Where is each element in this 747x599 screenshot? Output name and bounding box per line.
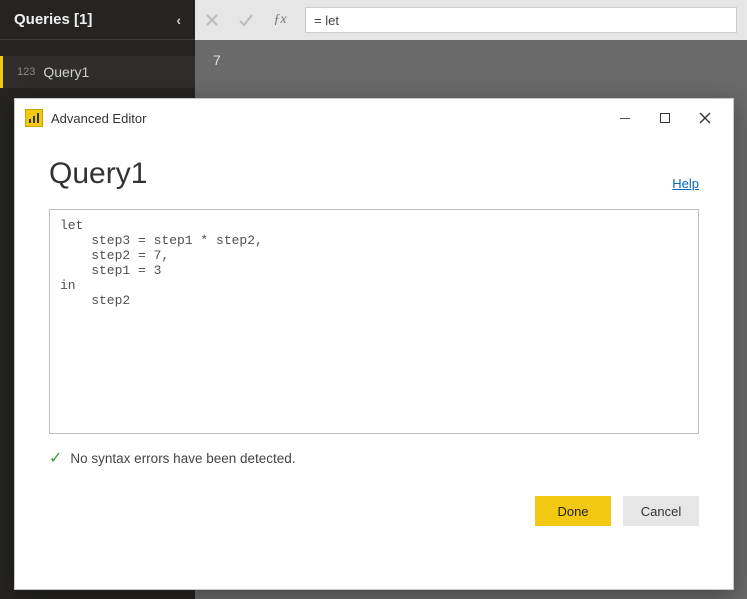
minimize-button[interactable]: [605, 102, 645, 134]
formula-bar: ƒx = let: [195, 0, 747, 40]
done-button[interactable]: Done: [535, 496, 611, 526]
maximize-button[interactable]: [645, 102, 685, 134]
syntax-status: ✓ No syntax errors have been detected.: [49, 448, 699, 468]
query-item-name: Query1: [43, 64, 89, 80]
syntax-status-text: No syntax errors have been detected.: [70, 451, 295, 466]
query-list-item[interactable]: 123 Query1: [0, 56, 195, 88]
formula-value: = let: [314, 13, 339, 28]
help-link[interactable]: Help: [672, 176, 699, 191]
dialog-heading: Query1: [49, 157, 147, 191]
queries-header: Queries [1] ‹: [0, 0, 195, 40]
formula-input[interactable]: = let: [305, 7, 737, 33]
chevron-left-icon[interactable]: ‹: [176, 12, 181, 28]
dialog-heading-row: Query1 Help: [49, 157, 699, 191]
close-button[interactable]: [685, 102, 725, 134]
data-cell: 7: [213, 52, 221, 68]
dialog-button-row: Done Cancel: [49, 496, 699, 546]
fx-icon[interactable]: ƒx: [263, 6, 297, 34]
queries-title: Queries [1]: [14, 11, 92, 28]
cancel-formula-icon[interactable]: [195, 6, 229, 34]
dialog-titlebar: Advanced Editor: [15, 99, 733, 137]
cancel-button[interactable]: Cancel: [623, 496, 699, 526]
dialog-title: Advanced Editor: [51, 111, 146, 126]
advanced-editor-dialog: Advanced Editor Query1 Help let step3 = …: [14, 98, 734, 590]
data-preview-area: 7: [195, 40, 747, 90]
powerbi-icon: [25, 109, 43, 127]
code-editor[interactable]: let step3 = step1 * step2, step2 = 7, st…: [49, 209, 699, 434]
check-icon: ✓: [49, 448, 62, 468]
query-item-index: 123: [17, 66, 35, 78]
dialog-body: Query1 Help let step3 = step1 * step2, s…: [15, 137, 733, 589]
commit-formula-icon[interactable]: [229, 6, 263, 34]
